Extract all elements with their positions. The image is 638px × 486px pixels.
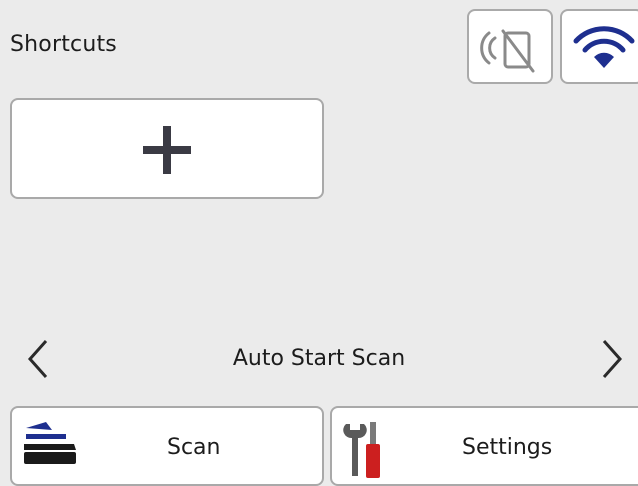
- device-screen: Shortcuts Auto Start Scan Scan Settings: [0, 0, 638, 486]
- chevron-right-icon: [602, 340, 623, 378]
- wifi-status-button[interactable]: [560, 9, 638, 84]
- tab-settings[interactable]: Settings: [330, 406, 638, 486]
- plus-icon: [143, 126, 191, 174]
- tools-icon: [343, 422, 380, 478]
- scanner-icon: [24, 422, 76, 464]
- next-mode-button[interactable]: [592, 337, 632, 381]
- nfc-disabled-icon: [480, 29, 535, 73]
- page-title: Shortcuts: [10, 32, 117, 57]
- tab-scan-label: Scan: [167, 435, 221, 460]
- wifi-icon: [573, 26, 635, 68]
- tab-scan[interactable]: Scan: [10, 406, 324, 486]
- tab-settings-label: Settings: [462, 435, 553, 460]
- nfc-status-button[interactable]: [467, 9, 553, 84]
- current-mode-label: Auto Start Scan: [232, 346, 406, 371]
- add-shortcut-button[interactable]: [10, 98, 324, 199]
